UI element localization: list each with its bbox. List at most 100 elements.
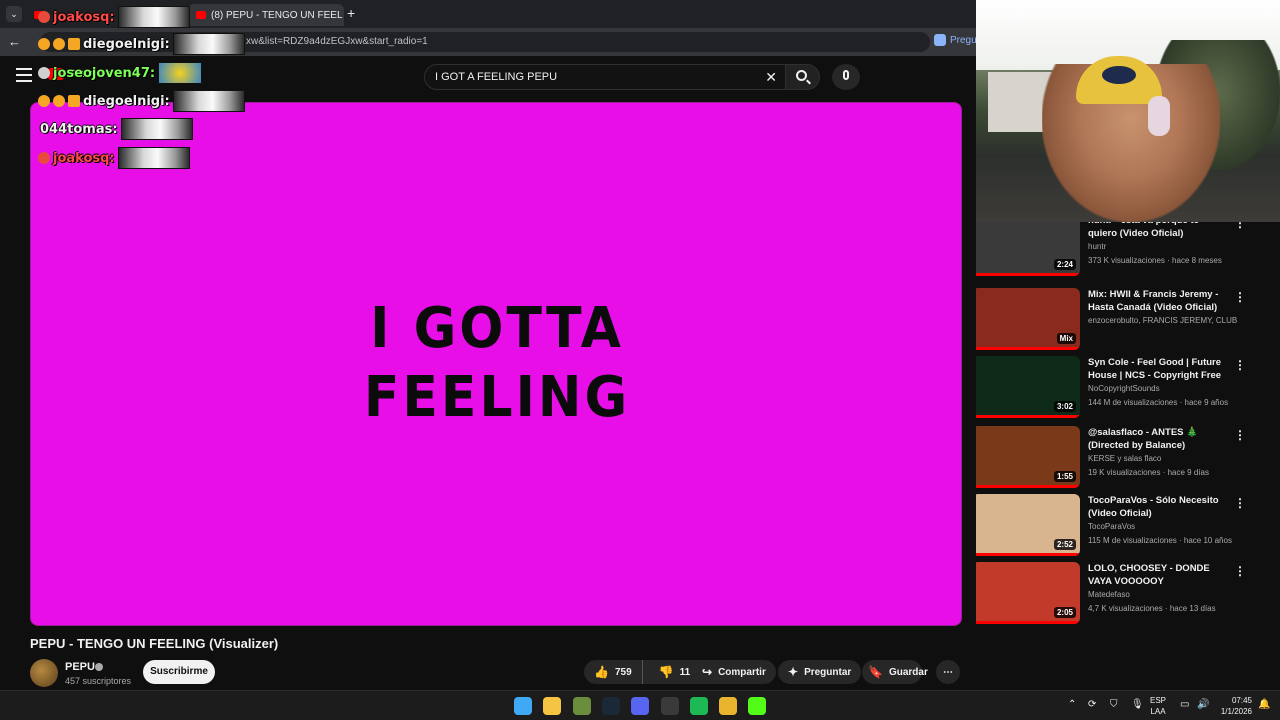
- chat-username: diegoelnigi:: [83, 93, 170, 109]
- chrome-icon[interactable]: [719, 697, 738, 715]
- file-explorer-icon[interactable]: [543, 697, 562, 715]
- recommendation-meta: 373 K visualizaciones · hace 8 meses: [1088, 256, 1222, 265]
- chat-username: joakosq:: [53, 9, 115, 25]
- recommendation-title[interactable]: TocoParaVos - Sólo Necesito (Video Ofici…: [1088, 494, 1230, 520]
- minecraft-icon[interactable]: [572, 697, 591, 715]
- subscribe-button[interactable]: Suscribirme: [143, 660, 215, 684]
- search-button[interactable]: [786, 64, 820, 90]
- chat-username: joseojoven47:: [53, 65, 156, 81]
- badge-icon: [68, 38, 80, 50]
- youtube-favicon-icon: [196, 11, 206, 19]
- shield-icon[interactable]: ⛉: [1110, 699, 1118, 710]
- system-clock[interactable]: 07:45 1/1/2026: [1214, 695, 1252, 717]
- watch-progress-bar: [976, 273, 1080, 276]
- recommendation-channel: huntr: [1088, 242, 1107, 251]
- more-vert-icon[interactable]: ⋮: [1234, 358, 1246, 372]
- video-thumbnail[interactable]: Mix: [976, 288, 1080, 350]
- new-tab-button[interactable]: +: [347, 5, 355, 21]
- menu-icon[interactable]: [16, 68, 32, 82]
- recommendation-item[interactable]: 3:02 Syn Cole - Feel Good | Future House …: [976, 356, 1246, 420]
- network-icon[interactable]: ▭: [1180, 699, 1189, 710]
- recommendation-title[interactable]: LOLO, CHOOSEY - DONDE VAYA VOOOOOY: [1088, 562, 1230, 588]
- tab-close-button[interactable]: ✕: [343, 9, 344, 22]
- save-to-playlist-button[interactable]: 🔖 Guardar: [862, 660, 928, 684]
- recommendation-title[interactable]: Mix: HWII & Francis Jeremy - Hasta Canad…: [1088, 288, 1230, 314]
- channel-avatar[interactable]: [30, 659, 58, 687]
- more-vert-icon[interactable]: ⋮: [1234, 428, 1246, 442]
- obs-icon[interactable]: [660, 697, 679, 715]
- thumbs-up-icon: 👍: [594, 665, 609, 679]
- badge-icon: [68, 95, 80, 107]
- chat-emote-image: [172, 33, 245, 55]
- badge-icon: [38, 95, 50, 107]
- input-language[interactable]: ESP LAA: [1150, 695, 1166, 717]
- chat-message: diegoelnigi:: [38, 33, 245, 55]
- spotify-icon[interactable]: [689, 697, 708, 715]
- search-box: ✕: [424, 64, 786, 90]
- headphones-icon: [1148, 96, 1170, 136]
- video-player[interactable]: I GOTTA FEELING: [30, 102, 962, 626]
- kick-icon[interactable]: [748, 697, 767, 715]
- steam-icon[interactable]: [601, 697, 620, 715]
- more-vert-icon[interactable]: ⋮: [1234, 496, 1246, 510]
- tab-label: (8) PEPU - TENGO UN FEEL: [211, 9, 343, 21]
- more-vert-icon[interactable]: ⋮: [1234, 564, 1246, 578]
- recommendation-title[interactable]: @salasflaco - ANTES 🎄 (Directed by Balan…: [1088, 426, 1230, 452]
- video-duration: 3:02: [1053, 401, 1076, 412]
- volume-icon[interactable]: 🔊: [1197, 699, 1209, 710]
- recommendation-channel: NoCopyrightSounds: [1088, 384, 1160, 393]
- windows-start-icon[interactable]: [514, 697, 532, 715]
- recommendation-channel: TocoParaVos: [1088, 522, 1136, 531]
- chat-message: 044tomas:: [40, 118, 193, 140]
- recommendation-item[interactable]: Mix Mix: HWII & Francis Jeremy - Hasta Ca…: [976, 288, 1246, 352]
- ask-button[interactable]: ✦ Preguntar: [778, 660, 862, 684]
- discord-icon[interactable]: [631, 697, 650, 715]
- clear-search-button[interactable]: ✕: [765, 69, 777, 86]
- chat-message: joakosq:: [38, 6, 190, 28]
- video-thumbnail[interactable]: 2:05: [976, 562, 1080, 624]
- video-thumbnail[interactable]: 1:55: [976, 426, 1080, 488]
- back-button[interactable]: ←: [8, 34, 21, 49]
- chat-username: joakosq:: [53, 150, 115, 166]
- channel-name[interactable]: PEPU: [65, 661, 95, 673]
- search-input[interactable]: [435, 65, 755, 89]
- badge-icon: [53, 38, 65, 50]
- share-icon: ↪: [702, 665, 713, 679]
- watch-progress-bar: [976, 553, 1080, 556]
- video-frame-text: I GOTTA FEELING: [363, 296, 631, 430]
- recommendation-meta: 4,7 K visualizaciones · hace 13 días: [1088, 604, 1216, 613]
- voice-search-button[interactable]: [832, 64, 860, 90]
- search-icon: [796, 70, 807, 81]
- badge-icon: [38, 11, 50, 23]
- watch-progress-bar: [976, 415, 1080, 418]
- tab-active-youtube[interactable]: (8) PEPU - TENGO UN FEEL ✕: [188, 4, 344, 26]
- subscriber-count: 457 suscriptores: [65, 676, 132, 686]
- video-thumbnail[interactable]: 2:24: [976, 214, 1080, 276]
- chevron-up-icon[interactable]: ⌃: [1068, 699, 1076, 710]
- video-duration: 2:05: [1053, 607, 1076, 618]
- video-duration: 2:24: [1053, 259, 1076, 270]
- tab-search-menu-button[interactable]: ⌄: [6, 6, 22, 22]
- recommendation-item[interactable]: 2:52 TocoParaVos - Sólo Necesito (Video O…: [976, 494, 1246, 558]
- chat-message: diegoelnigi:: [38, 90, 245, 112]
- chat-message: joakosq:: [38, 147, 190, 169]
- sparkle-icon: [934, 34, 946, 46]
- recommendation-title[interactable]: Syn Cole - Feel Good | Future House | NC…: [1088, 356, 1230, 382]
- recommendation-meta: 115 M de visualizaciones · hace 10 años: [1088, 536, 1232, 545]
- like-button[interactable]: 👍 759: [584, 660, 643, 684]
- more-actions-button[interactable]: ⋯: [936, 660, 960, 684]
- notification-bell-icon[interactable]: 🔔: [1258, 699, 1270, 710]
- video-thumbnail[interactable]: 2:52: [976, 494, 1080, 556]
- recommendation-item[interactable]: 1:55 @salasflaco - ANTES 🎄 (Directed by B…: [976, 426, 1246, 490]
- microphone-icon[interactable]: 🎙: [1131, 699, 1144, 710]
- share-button[interactable]: ↪ Compartir: [692, 660, 776, 684]
- recommendation-item[interactable]: 2:24huntr - esta va porque te quiero (Vi…: [976, 214, 1246, 278]
- beanie-logo-icon: [1102, 66, 1136, 84]
- recommendation-channel: enzocerobulto, FRANCIS JEREMY, CLUB ...: [1088, 316, 1238, 325]
- recommendation-item[interactable]: 2:05 LOLO, CHOOSEY - DONDE VAYA VOOOOOY Ma…: [976, 562, 1246, 626]
- more-vert-icon[interactable]: ⋮: [1234, 290, 1246, 304]
- chat-username: 044tomas:: [40, 121, 118, 137]
- sync-icon[interactable]: ⟳: [1088, 699, 1096, 710]
- video-thumbnail[interactable]: 3:02: [976, 356, 1080, 418]
- ask-ai-button[interactable]: Pregu: [934, 34, 977, 46]
